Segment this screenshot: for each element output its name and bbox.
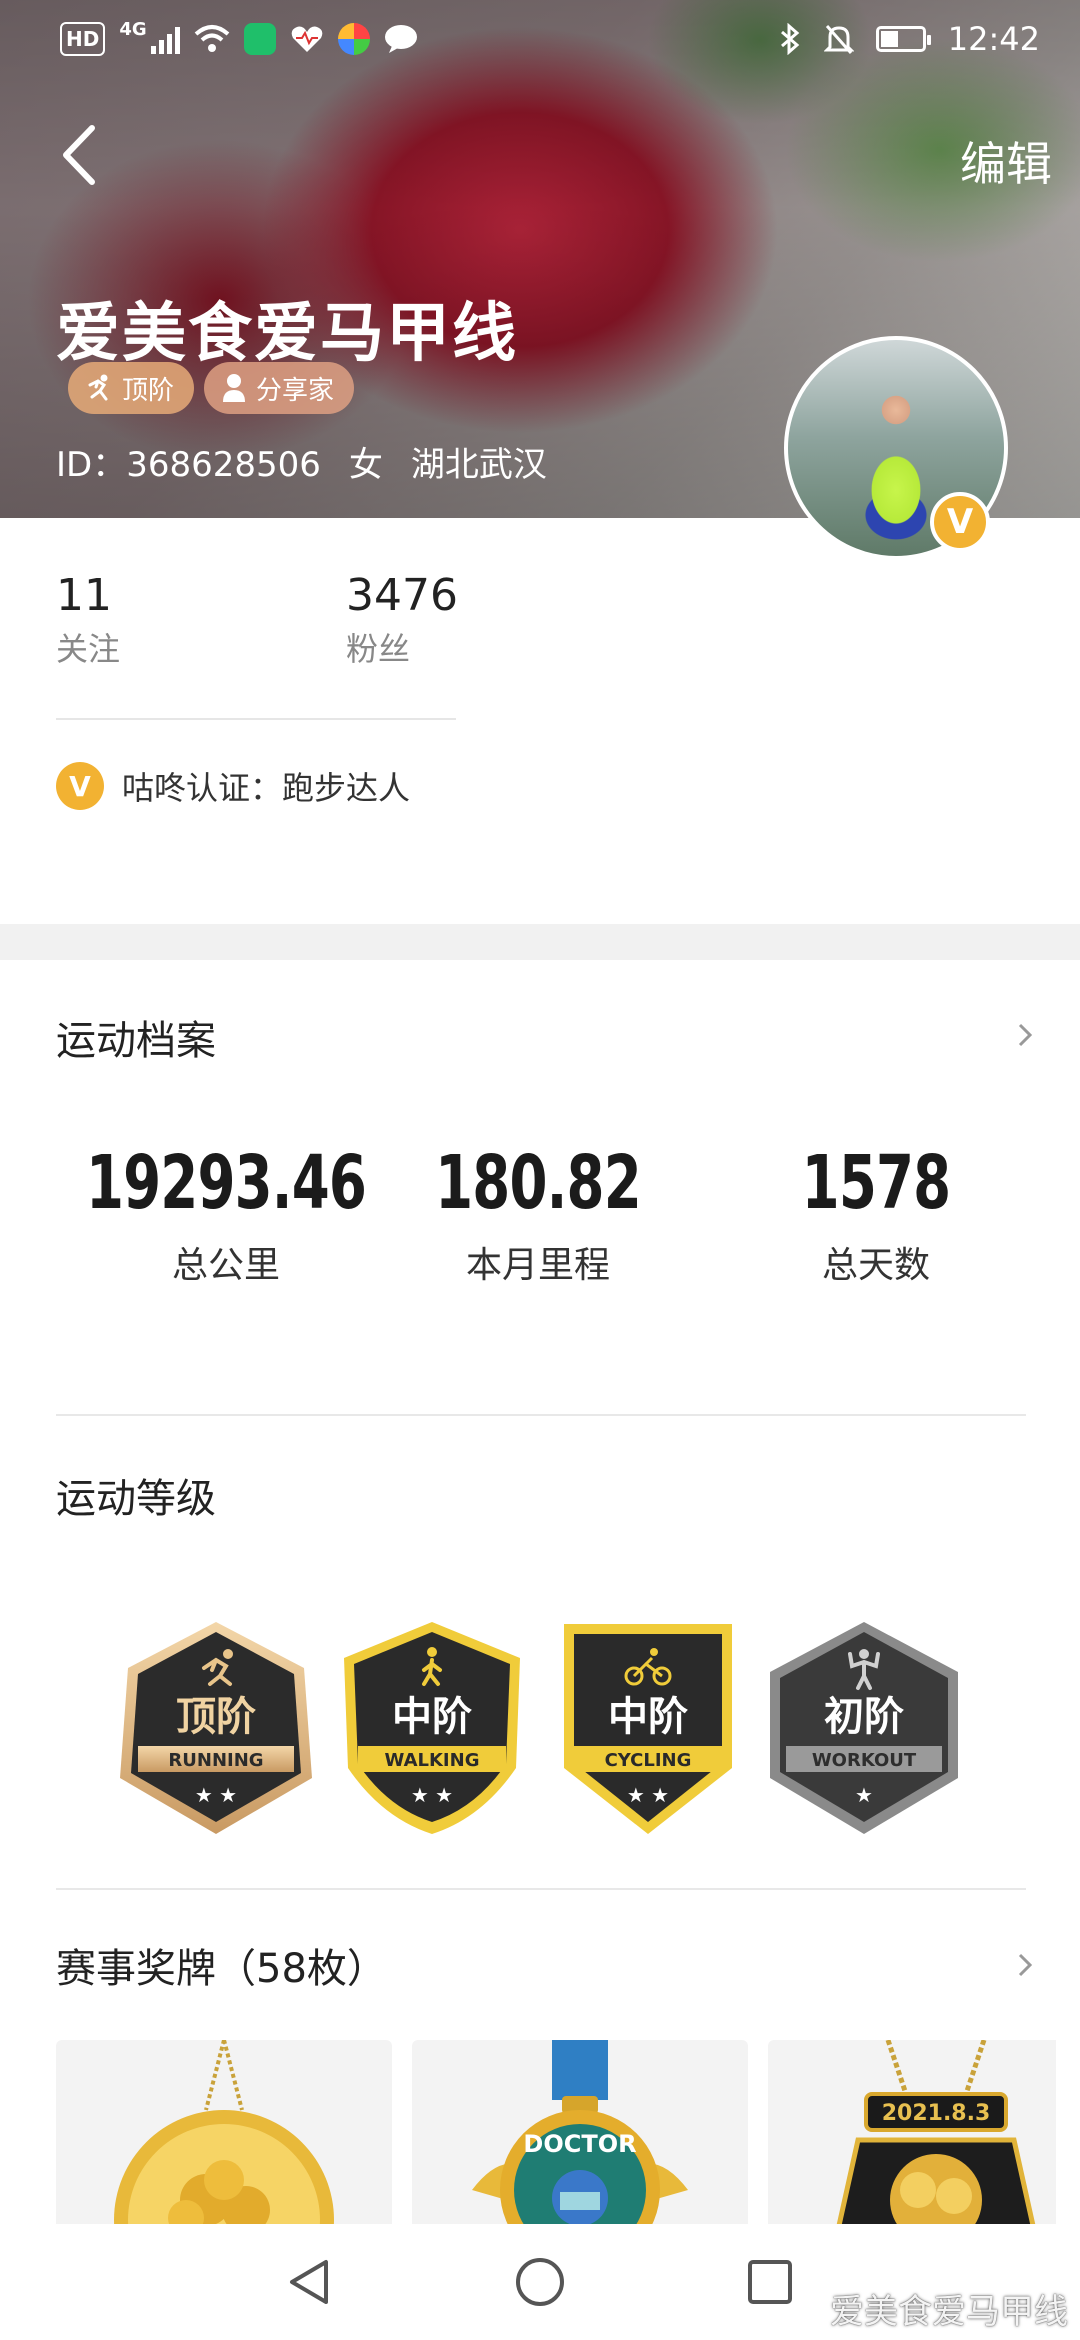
- badge-level-text: 中阶: [608, 1694, 688, 1740]
- medal-list: DOCTOR 2021.8.3: [56, 2040, 1056, 2230]
- badge-type-text: WORKOUT: [812, 1750, 917, 1771]
- tag-sharer[interactable]: 分享家: [204, 362, 355, 414]
- medal-card[interactable]: [56, 2040, 392, 2230]
- badge-type-text: CYCLING: [605, 1750, 692, 1771]
- stat-label: 总天数: [821, 1245, 930, 1286]
- message-icon: [384, 25, 417, 53]
- badge-stars: ★ ★: [411, 1783, 453, 1807]
- username: 爱美食爱马甲线: [56, 297, 518, 371]
- badge-stars: ★ ★: [627, 1783, 669, 1807]
- chevron-right-icon[interactable]: [1010, 1020, 1040, 1050]
- chevron-right-icon[interactable]: [1010, 1950, 1040, 1980]
- sports-level-title: 运动等级: [56, 1476, 216, 1522]
- mute-icon: [823, 25, 854, 54]
- certification-text: 咕咚认证：跑步达人: [122, 769, 411, 807]
- divider: [56, 1888, 1026, 1890]
- level-badges: 顶阶 RUNNING ★ ★ 中阶 WALKING ★ ★ 中阶 CYCLING…: [0, 1618, 1080, 1838]
- stat-label: 总公里: [171, 1245, 280, 1286]
- medal-text: 2021.8.3: [882, 2101, 991, 2126]
- bluetooth-icon: [780, 23, 800, 55]
- user-gender: 女: [348, 445, 383, 485]
- stat-label: 本月里程: [465, 1245, 610, 1286]
- badge-level-text: 顶阶: [176, 1694, 256, 1740]
- nav-recents-icon[interactable]: [742, 2254, 798, 2310]
- badge-walking[interactable]: 中阶 WALKING ★ ★: [332, 1618, 532, 1838]
- stat-total-days: 1578 总天数: [696, 1140, 1056, 1288]
- user-id: ID：368628506: [56, 445, 321, 485]
- verified-badge: V: [930, 492, 990, 552]
- tag-label: 分享家: [256, 375, 335, 406]
- user-info-line: ID：368628506 女 湖北武汉: [56, 437, 547, 486]
- divider: [56, 1414, 1026, 1416]
- social-counts: 11 关注 3476 粉丝: [56, 568, 636, 674]
- fans-number: 3476: [346, 570, 458, 621]
- badge-type-text: WALKING: [385, 1750, 480, 1771]
- medal-card[interactable]: 2021.8.3: [768, 2040, 1056, 2230]
- stat-value: 19293.46: [85, 1140, 367, 1226]
- divider: [56, 718, 456, 720]
- following-label: 关注: [56, 630, 121, 668]
- battery-icon: [875, 26, 931, 52]
- wifi-icon: [194, 25, 229, 52]
- status-bar: HD 4G 12:42: [0, 0, 1080, 80]
- medal-text: DOCTOR: [523, 2130, 636, 2158]
- certification-badge-icon: V: [56, 762, 104, 810]
- badge-stars: ★: [855, 1783, 873, 1807]
- badge-cycling[interactable]: 中阶 CYCLING ★ ★: [548, 1618, 748, 1838]
- person-icon: [223, 374, 246, 402]
- nav-back-icon[interactable]: [282, 2254, 338, 2310]
- edit-button[interactable]: 编辑: [960, 128, 1052, 194]
- following-count[interactable]: 11 关注: [56, 568, 346, 674]
- tag-label: 顶阶: [122, 375, 175, 406]
- fans-count[interactable]: 3476 粉丝: [346, 568, 636, 674]
- doctor-medal-icon: DOCTOR: [472, 2040, 688, 2230]
- signal-icon: [150, 24, 180, 54]
- user-location: 湖北武汉: [410, 445, 547, 485]
- flower-medal-icon: [114, 2040, 334, 2230]
- date-medal-icon: 2021.8.3: [835, 2040, 1037, 2230]
- section-separator: [0, 924, 1080, 960]
- stat-value: 180.82: [435, 1140, 642, 1226]
- certification: V 咕咚认证：跑步达人: [56, 762, 410, 810]
- following-number: 11: [56, 570, 112, 621]
- sports-record-title[interactable]: 运动档案: [56, 1008, 216, 1066]
- back-button[interactable]: [52, 120, 112, 190]
- stat-total-km: 19293.46 总公里: [46, 1140, 406, 1288]
- hd-indicator: HD: [60, 22, 106, 56]
- user-tags: 顶阶 分享家: [68, 362, 355, 414]
- watermark: 爱美食爱马甲线: [830, 2292, 1068, 2332]
- running-icon: [88, 374, 108, 401]
- badge-type-text: RUNNING: [168, 1750, 263, 1771]
- health-icon: [291, 26, 322, 52]
- badge-running[interactable]: 顶阶 RUNNING ★ ★: [116, 1618, 316, 1838]
- badge-level-text: 中阶: [392, 1694, 472, 1740]
- badge-level-text: 初阶: [824, 1694, 904, 1740]
- app-icon-green: [243, 23, 276, 55]
- fans-label: 粉丝: [346, 630, 411, 668]
- medal-card[interactable]: DOCTOR: [412, 2040, 748, 2230]
- medals-title[interactable]: 赛事奖牌（58枚）: [56, 1936, 387, 1994]
- badge-stars: ★ ★: [195, 1783, 237, 1807]
- clock: 12:42: [947, 20, 1040, 58]
- network-type: 4G: [119, 18, 147, 40]
- stat-month-km: 180.82 本月里程: [358, 1140, 718, 1288]
- badge-workout[interactable]: 初阶 WORKOUT ★: [764, 1618, 964, 1838]
- stat-value: 1578: [801, 1140, 951, 1226]
- nav-home-icon[interactable]: [512, 2254, 568, 2310]
- tag-top-level[interactable]: 顶阶: [68, 362, 195, 414]
- app-icon-colorful: [337, 23, 370, 55]
